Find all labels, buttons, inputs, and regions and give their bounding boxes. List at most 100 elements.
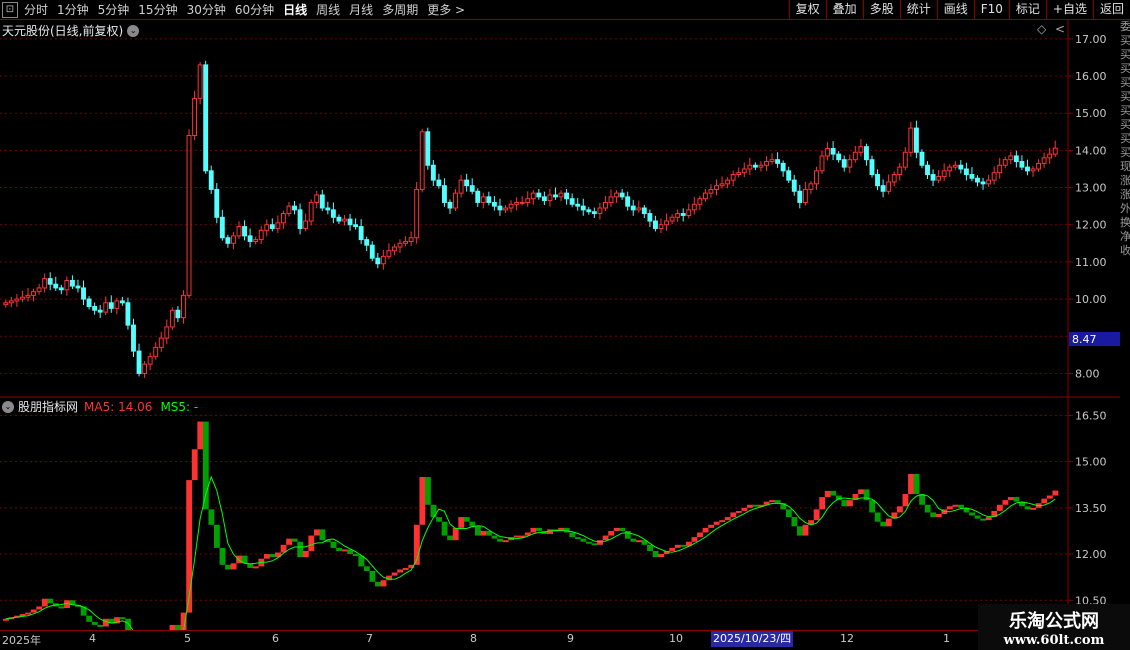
indicator-bar xyxy=(36,606,43,610)
indicator-bar xyxy=(680,544,687,547)
candle-body xyxy=(558,192,564,198)
candle-body xyxy=(997,164,1003,174)
indicator-bar xyxy=(502,540,509,543)
tool-bar: 复权 叠加 多股 统计 画线 F10 标记 +自选 返回 xyxy=(788,0,1130,19)
period-tab-15min[interactable]: 15分钟 xyxy=(138,1,177,18)
statistics-button[interactable]: 统计 xyxy=(899,0,937,19)
adjust-button[interactable]: 复权 xyxy=(788,0,826,19)
indicator-bar xyxy=(591,543,598,546)
indicator-bar xyxy=(908,473,914,494)
overlay-button[interactable]: 叠加 xyxy=(825,0,863,19)
candle-body xyxy=(447,201,453,209)
chevron-down-icon[interactable]: ⌄ xyxy=(2,400,14,413)
indicator-bar xyxy=(441,521,448,536)
indicator-bar xyxy=(186,480,193,613)
period-tab-60min[interactable]: 60分钟 xyxy=(235,1,274,18)
candle-body xyxy=(64,279,70,291)
period-tab-monthly[interactable]: 月线 xyxy=(349,1,373,18)
period-tab-30min[interactable]: 30分钟 xyxy=(187,1,226,18)
kline-chart[interactable]: 17.00 16.00 15.00 14.00 13.00 12.00 11.00 10.00… xyxy=(0,20,1120,630)
indicator-bar xyxy=(935,514,942,518)
candle-body xyxy=(253,239,259,242)
draw-line-button[interactable]: 画线 xyxy=(936,0,974,19)
candle-body xyxy=(969,174,975,179)
window-icon[interactable]: ⊡ xyxy=(2,1,18,18)
candle-body xyxy=(75,285,81,289)
candle-body xyxy=(847,159,853,168)
candle-body xyxy=(275,222,281,229)
indicator-bars xyxy=(3,421,1059,630)
candle-body xyxy=(547,194,553,202)
indicator-bar xyxy=(619,527,626,531)
indicator-bar xyxy=(597,540,603,545)
indicator-bar xyxy=(41,598,48,607)
candle-body xyxy=(53,283,59,289)
candle-body xyxy=(869,159,875,176)
f10-button[interactable]: F10 xyxy=(973,0,1009,19)
candle-body xyxy=(192,97,198,137)
indicator-bar xyxy=(847,500,853,507)
candle-body xyxy=(386,250,392,257)
indicator-bar xyxy=(574,537,581,540)
main-panel-title-bar: 天元股份(日线,前复权) ⌄ xyxy=(2,22,143,39)
period-tab-more[interactable]: 更多 > xyxy=(427,1,465,18)
candle-body xyxy=(358,226,364,241)
candle-body xyxy=(458,179,464,194)
period-tab-daily[interactable]: 日线 xyxy=(283,1,307,18)
candle-body xyxy=(164,326,170,339)
indicator-bar xyxy=(647,544,653,551)
indicator-bar xyxy=(230,563,237,570)
candle-body xyxy=(536,192,542,198)
add-watchlist-button[interactable]: +自选 xyxy=(1045,0,1093,19)
back-button[interactable]: 返回 xyxy=(1092,0,1130,19)
candle-body xyxy=(114,300,120,309)
indicator-bar xyxy=(58,606,65,609)
candle-body xyxy=(25,294,31,298)
indicator-bar xyxy=(225,564,231,570)
candle-body xyxy=(841,159,847,168)
chevron-down-icon[interactable]: ⌄ xyxy=(127,24,140,37)
period-tab-weekly[interactable]: 周线 xyxy=(316,1,340,18)
indicator-bar xyxy=(530,527,537,533)
y-tick-label: 17.00 xyxy=(1075,33,1107,46)
period-tab-multi[interactable]: 多周期 xyxy=(382,1,418,18)
indicator-bar xyxy=(119,617,126,620)
candle-body xyxy=(47,278,53,285)
scroll-left-icon[interactable]: < xyxy=(1055,22,1065,36)
candle-body xyxy=(236,226,242,237)
indicator-bar xyxy=(824,490,831,498)
candle-body xyxy=(319,194,325,209)
candle-body xyxy=(242,226,247,237)
diamond-icon[interactable]: ◇ xyxy=(1037,22,1046,36)
mark-button[interactable]: 标记 xyxy=(1008,0,1046,19)
candle-body xyxy=(491,201,497,207)
side-info-char: 买 xyxy=(1120,118,1130,131)
indicator-bar xyxy=(819,497,826,510)
ms5-label: MS5: - xyxy=(160,399,199,414)
indicator-bar xyxy=(946,506,953,510)
indicator-bar xyxy=(47,598,54,604)
candle-body xyxy=(158,337,164,348)
candle-body xyxy=(802,188,808,203)
candle-body xyxy=(986,179,992,185)
candle-body xyxy=(913,127,919,153)
candle-body xyxy=(258,229,264,241)
candle-body xyxy=(591,211,597,215)
period-tab-intraday[interactable]: 分时 xyxy=(24,1,48,18)
indicator-bar xyxy=(252,566,259,569)
candle-body xyxy=(947,166,953,172)
multi-stock-button[interactable]: 多股 xyxy=(862,0,900,19)
candle-body xyxy=(725,179,731,185)
period-tab-1min[interactable]: 1分钟 xyxy=(57,1,89,18)
period-tab-5min[interactable]: 5分钟 xyxy=(98,1,130,18)
indicator-bar xyxy=(985,517,992,521)
candle-body xyxy=(230,235,236,244)
candle-body xyxy=(541,196,547,202)
indicator-bar xyxy=(330,541,337,548)
candle-body xyxy=(1008,155,1014,161)
y-tick-label: 11.00 xyxy=(1075,256,1107,269)
watermark-url: www.60lt.com xyxy=(1003,633,1105,648)
candle-body xyxy=(886,181,892,192)
indicator-bar xyxy=(791,517,798,527)
indicator-bar xyxy=(302,550,309,558)
